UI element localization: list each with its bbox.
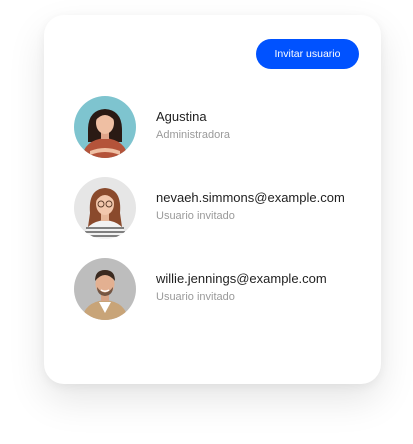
user-list-item[interactable]: Agustina Administradora xyxy=(74,96,364,158)
user-role: Administradora xyxy=(156,129,230,141)
user-list-card: Invitar usuario Agustina Administradora xyxy=(44,15,381,384)
user-role: Usuario invitado xyxy=(156,291,235,303)
user-avatar xyxy=(74,177,136,239)
user-avatar xyxy=(74,258,136,320)
user-email: nevaeh.simmons@example.com xyxy=(156,190,345,205)
user-role: Usuario invitado xyxy=(156,210,235,222)
user-email: willie.jennings@example.com xyxy=(156,271,327,286)
user-list-item[interactable]: nevaeh.simmons@example.com Usuario invit… xyxy=(74,177,364,239)
user-name: Agustina xyxy=(156,109,207,124)
invite-user-button[interactable]: Invitar usuario xyxy=(256,39,359,69)
user-avatar xyxy=(74,96,136,158)
user-list-item[interactable]: willie.jennings@example.com Usuario invi… xyxy=(74,258,364,320)
